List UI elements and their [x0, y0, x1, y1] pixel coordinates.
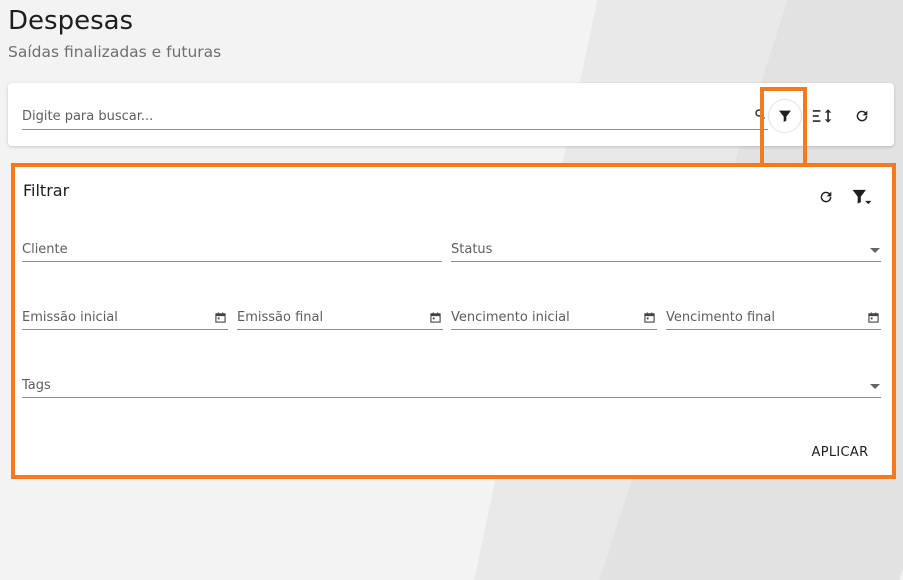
tags-select[interactable]: Tags [22, 372, 881, 398]
status-select[interactable]: Status [451, 236, 881, 262]
page-title: Despesas [8, 6, 134, 36]
filter-panel: Filtrar Cliente Status Emissão inicial E… [11, 163, 896, 479]
chevron-down-icon [870, 248, 880, 253]
filter-panel-title: Filtrar [23, 181, 70, 200]
emissao-final-label: Emissão final [237, 310, 324, 325]
tags-label: Tags [22, 378, 51, 393]
reset-filters-button[interactable] [813, 184, 839, 210]
calendar-icon[interactable] [868, 312, 879, 323]
refresh-button[interactable] [845, 99, 879, 133]
sort-button[interactable] [806, 99, 840, 133]
cliente-field[interactable]: Cliente [22, 236, 442, 262]
vencimento-final-label: Vencimento final [666, 310, 775, 325]
page-header: Despesas Saídas finalizadas e futuras [8, 4, 221, 61]
vencimento-final-field[interactable]: Vencimento final [666, 304, 881, 330]
vencimento-inicial-field[interactable]: Vencimento inicial [451, 304, 657, 330]
refresh-icon [856, 110, 868, 122]
emissao-inicial-label: Emissão inicial [22, 310, 118, 325]
refresh-icon [820, 191, 832, 203]
status-label: Status [451, 242, 493, 257]
filter-options-button[interactable] [849, 184, 875, 210]
filter-dropdown-icon [852, 189, 872, 205]
highlight-frame [760, 87, 807, 166]
chevron-down-icon [870, 384, 880, 389]
calendar-icon[interactable] [430, 312, 441, 323]
vencimento-inicial-label: Vencimento inicial [451, 310, 570, 325]
emissao-inicial-field[interactable]: Emissão inicial [22, 304, 228, 330]
calendar-icon[interactable] [215, 312, 226, 323]
search-input[interactable] [22, 106, 722, 127]
calendar-icon[interactable] [644, 312, 655, 323]
emissao-final-field[interactable]: Emissão final [237, 304, 443, 330]
search-field [22, 105, 768, 130]
page-subtitle: Saídas finalizadas e futuras [8, 43, 222, 61]
apply-button[interactable]: APLICAR [807, 437, 873, 467]
cliente-label: Cliente [22, 242, 68, 257]
sort-icon [812, 109, 832, 123]
